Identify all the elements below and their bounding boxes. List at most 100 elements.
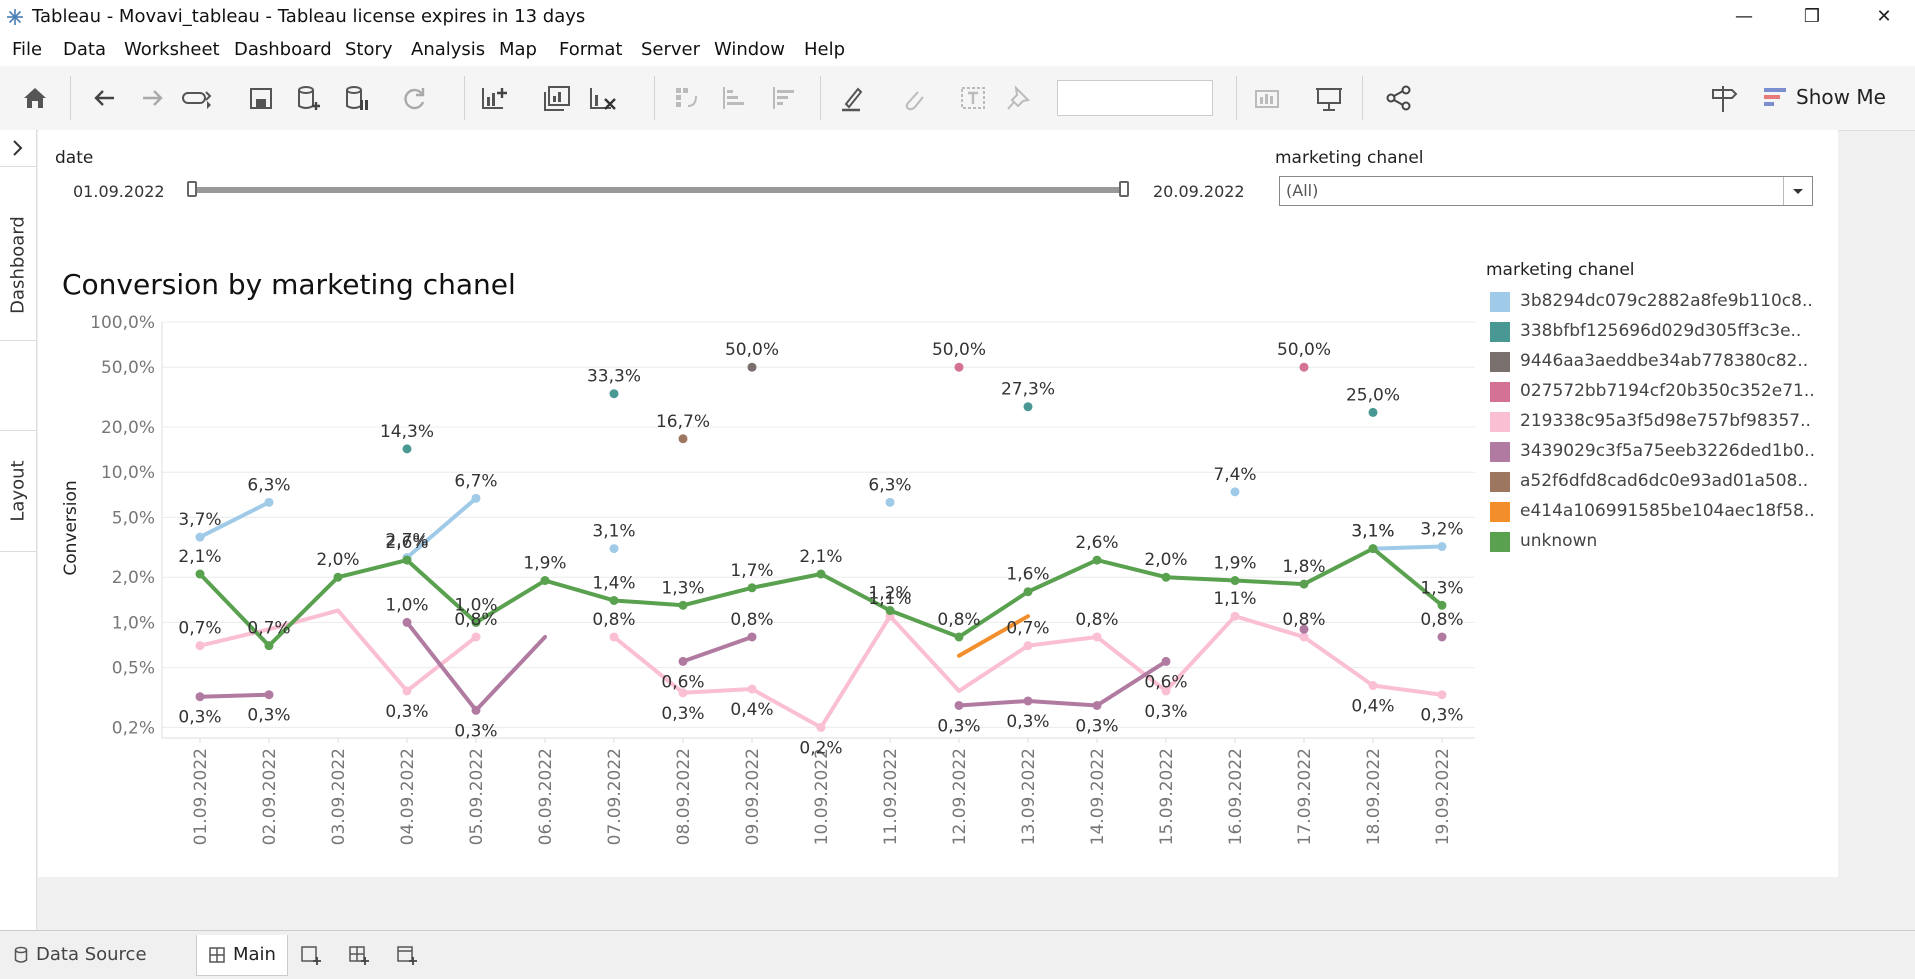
x-tick-label: 02.09.2022 bbox=[260, 748, 280, 845]
tab-data-source-label: Data Source bbox=[36, 944, 147, 965]
x-tick-label: 10.09.2022 bbox=[812, 748, 832, 845]
series-line-segment bbox=[957, 698, 1030, 708]
data-point bbox=[1161, 656, 1171, 666]
dropdown-arrow-icon[interactable] bbox=[1783, 177, 1812, 205]
data-label: 0,3% bbox=[661, 704, 704, 724]
data-label: 0,7% bbox=[1006, 619, 1049, 639]
data-point bbox=[195, 569, 205, 579]
legend-swatch bbox=[1490, 502, 1510, 522]
data-label: 2,1% bbox=[799, 547, 842, 567]
new-dashboard-icon bbox=[349, 946, 369, 965]
series-line-segment bbox=[957, 643, 1030, 693]
data-label: 0,4% bbox=[730, 700, 773, 720]
series-line-segment bbox=[612, 598, 685, 608]
legend-label: e414a106991585be104aec18f58.. bbox=[1520, 501, 1815, 521]
data-label: 0,8% bbox=[1075, 610, 1118, 630]
data-label: 0,3% bbox=[247, 706, 290, 726]
data-label: 3,1% bbox=[592, 522, 635, 542]
data-point bbox=[1230, 487, 1240, 497]
data-point bbox=[1437, 542, 1447, 552]
legend-swatch bbox=[1490, 292, 1510, 312]
y-tick-label: 5,0% bbox=[112, 508, 155, 528]
legend-label: 9446aa3aeddbe34ab778380c82.. bbox=[1520, 351, 1809, 371]
series-line-segment bbox=[681, 634, 754, 664]
legend-label: 219338c95a3f5d98e757bf98357.. bbox=[1520, 411, 1811, 431]
data-label: 6,3% bbox=[247, 475, 290, 495]
maximize-button[interactable]: ❒ bbox=[1790, 2, 1834, 32]
data-point bbox=[1023, 402, 1033, 412]
data-point bbox=[540, 576, 550, 586]
legend-item[interactable]: a52f6dfd8cad6dc0e93ad01a508.. bbox=[1490, 470, 1820, 492]
new-story-icon bbox=[397, 946, 417, 965]
series-line-segment bbox=[1371, 683, 1444, 697]
sheet-tabs-bar: Data Source Main bbox=[0, 930, 1915, 979]
data-point bbox=[678, 600, 688, 610]
legend-label: 3439029c3f5a75eeb3226ded1b0.. bbox=[1520, 441, 1815, 461]
tab-data-source[interactable]: Data Source bbox=[8, 935, 188, 975]
data-label: 50,0% bbox=[1277, 340, 1331, 360]
y-tick-label: 0,2% bbox=[112, 718, 155, 738]
data-point bbox=[816, 569, 826, 579]
data-label: 25,0% bbox=[1346, 385, 1400, 405]
data-label: 0,3% bbox=[937, 716, 980, 736]
new-worksheet-tab-button[interactable] bbox=[296, 935, 328, 975]
legend-label: unknown bbox=[1520, 531, 1598, 551]
close-button[interactable]: ✕ bbox=[1862, 2, 1906, 32]
new-dashboard-tab-button[interactable] bbox=[344, 935, 376, 975]
data-label: 0,8% bbox=[730, 610, 773, 630]
data-point bbox=[264, 690, 274, 700]
data-point bbox=[1299, 362, 1309, 372]
data-label: 16,7% bbox=[656, 412, 710, 432]
series-line-segment bbox=[1164, 575, 1237, 583]
show-me-icon bbox=[1764, 88, 1786, 106]
x-tick-label: 18.09.2022 bbox=[1364, 748, 1384, 845]
dashboard-grid-icon bbox=[209, 947, 225, 963]
data-point bbox=[609, 544, 619, 554]
data-point bbox=[1437, 632, 1447, 642]
legend-item[interactable]: unknown bbox=[1490, 530, 1820, 552]
legend-item[interactable]: 027572bb7194cf20b350c352e71.. bbox=[1490, 380, 1820, 402]
x-tick-label: 07.09.2022 bbox=[605, 748, 625, 845]
data-point bbox=[747, 362, 757, 372]
data-point bbox=[747, 632, 757, 642]
data-label: 50,0% bbox=[932, 340, 986, 360]
legend-item[interactable]: e414a106991585be104aec18f58.. bbox=[1490, 500, 1820, 522]
data-label: 3,1% bbox=[1351, 522, 1394, 542]
data-label: 0,6% bbox=[1144, 672, 1187, 692]
data-point bbox=[1092, 700, 1102, 710]
data-point bbox=[609, 595, 619, 605]
legend-swatch bbox=[1490, 532, 1510, 552]
series-line-segment bbox=[819, 614, 892, 730]
x-tick-label: 16.09.2022 bbox=[1226, 748, 1246, 845]
legend-label: 3b8294dc079c2882a8fe9b110c8.. bbox=[1520, 291, 1813, 311]
legend-swatch bbox=[1490, 352, 1510, 372]
data-point bbox=[609, 632, 619, 642]
data-point bbox=[195, 532, 205, 542]
x-tick-label: 17.09.2022 bbox=[1295, 748, 1315, 845]
data-label: 1,6% bbox=[1006, 565, 1049, 585]
legend-item[interactable]: 3b8294dc079c2882a8fe9b110c8.. bbox=[1490, 290, 1820, 312]
tab-main[interactable]: Main bbox=[196, 935, 288, 976]
minimize-button[interactable]: — bbox=[1722, 2, 1766, 32]
data-label: 6,3% bbox=[868, 475, 911, 495]
x-tick-label: 08.09.2022 bbox=[674, 748, 694, 845]
legend-item[interactable]: 338bfbf125696d029d305ff3c3e.. bbox=[1490, 320, 1820, 342]
data-point bbox=[1092, 555, 1102, 565]
data-point bbox=[1023, 641, 1033, 651]
data-label: 2,0% bbox=[1144, 550, 1187, 570]
legend-item[interactable]: 219338c95a3f5d98e757bf98357.. bbox=[1490, 410, 1820, 432]
new-story-tab-button[interactable] bbox=[392, 935, 424, 975]
data-label: 1,0% bbox=[385, 595, 428, 615]
legend-item[interactable]: 3439029c3f5a75eeb3226ded1b0.. bbox=[1490, 440, 1820, 462]
data-label: 1,0% bbox=[454, 595, 497, 615]
legend-item[interactable]: 9446aa3aeddbe34ab778380c82.. bbox=[1490, 350, 1820, 372]
tab-main-label: Main bbox=[233, 944, 276, 965]
data-label: 0,3% bbox=[385, 702, 428, 722]
data-point bbox=[1437, 600, 1447, 610]
data-point bbox=[471, 632, 481, 642]
data-point bbox=[954, 362, 964, 372]
series-line-segment bbox=[474, 634, 547, 713]
signpost-icon[interactable] bbox=[1706, 82, 1740, 114]
data-label: 3,7% bbox=[178, 510, 221, 530]
data-label: 1,7% bbox=[730, 561, 773, 581]
